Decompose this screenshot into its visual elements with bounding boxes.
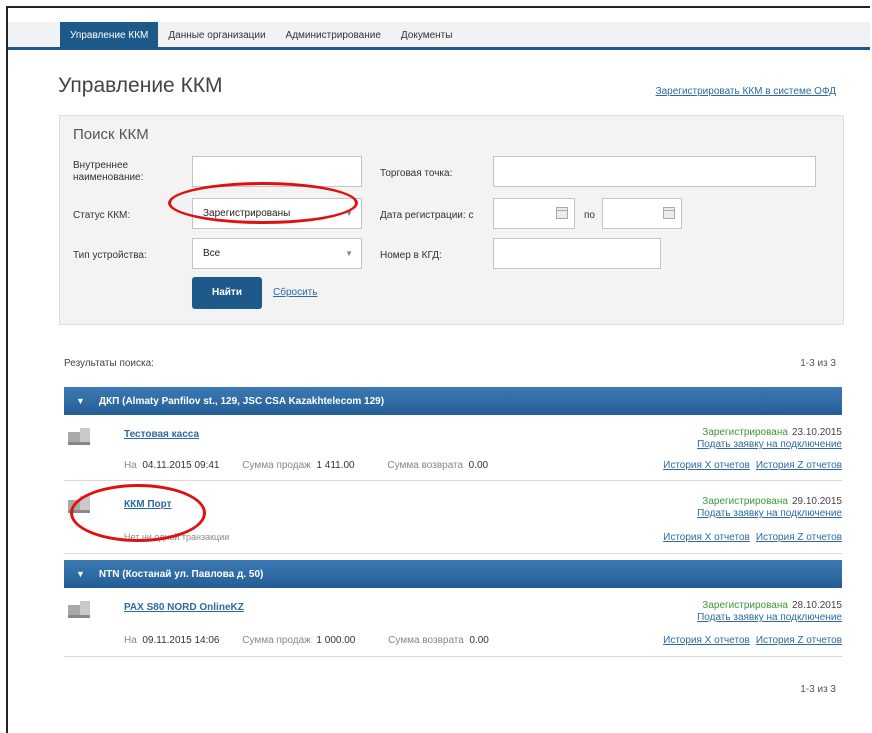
trade-point-label: Торговая точка:: [380, 168, 453, 179]
pager-top: 1-3 из 3: [800, 358, 836, 369]
no-transactions-text: Нет ни одной транзакции: [124, 532, 230, 542]
kgd-number-input[interactable]: [493, 238, 661, 269]
status-date: 29.10.2015: [791, 496, 842, 507]
status-date: 23.10.2015: [791, 427, 842, 438]
last-datetime: 09.11.2015 14:06: [142, 635, 220, 646]
list-item: PAX S80 NORD OnlineKZ Зарегистрирована 28…: [64, 589, 842, 657]
history-links: История Х отчетов История Z отчетов: [657, 635, 842, 646]
refund-label: Сумма возврата: [387, 460, 464, 471]
top-nav: Управление ККМ Данные организации Админи…: [8, 22, 870, 50]
on-label: На: [124, 635, 137, 646]
cash-register-icon: [68, 496, 90, 513]
history-x-link[interactable]: История Х отчетов: [663, 635, 750, 646]
sales-value: 1 411.00: [316, 460, 355, 471]
tab-documents[interactable]: Документы: [391, 22, 463, 50]
sales-label: Сумма продаж: [242, 460, 311, 471]
reset-link[interactable]: Сбросить: [273, 287, 317, 298]
history-z-link[interactable]: История Z отчетов: [756, 635, 842, 646]
internal-name-input[interactable]: [192, 156, 362, 187]
list-item: Тестовая касса Зарегистрирована 23.10.201…: [64, 416, 842, 481]
internal-name-label: Внутреннее наименование:: [73, 160, 144, 183]
reg-date-to-label: по: [584, 210, 595, 221]
cash-register-icon: [68, 601, 90, 618]
tab-kkm-management[interactable]: Управление ККМ: [60, 22, 159, 50]
app-window: Управление ККМ Данные организации Админи…: [6, 6, 870, 733]
calendar-icon[interactable]: [556, 207, 568, 219]
results-label: Результаты поиска:: [64, 358, 154, 369]
status-block: Зарегистрирована 28.10.2015 Подать заявку…: [697, 600, 842, 623]
item-meta: На 04.11.2015 09:41 Сумма продаж 1 411.0…: [124, 460, 488, 471]
status-badge: Зарегистрирована: [702, 427, 788, 438]
chevron-down-icon: ▼: [345, 209, 353, 218]
status-badge: Зарегистрирована: [702, 600, 788, 611]
group-title: ДКП (Almaty Panfilov st., 129, JSC CSA K…: [98, 396, 385, 407]
triangle-down-icon: ▼: [76, 396, 85, 406]
history-z-link[interactable]: История Z отчетов: [756, 460, 842, 471]
device-type-select-value: Все: [203, 248, 221, 259]
register-kkm-link[interactable]: Зарегистрировать ККМ в системе ОФД: [656, 86, 836, 97]
list-item: ККМ Порт Зарегистрирована 29.10.2015 Пода…: [64, 482, 842, 554]
device-type-select[interactable]: Все ▼: [192, 238, 362, 269]
sales-value: 1 000.00: [316, 635, 356, 646]
group-title: NTN (Костанай ул. Павлова д. 50): [98, 569, 264, 580]
status-select-value: Зарегистрированы: [203, 208, 291, 219]
chevron-down-icon: ▼: [345, 249, 353, 258]
tab-administration[interactable]: Администрирование: [276, 22, 391, 50]
reg-date-label: Дата регистрации: с: [380, 210, 474, 221]
history-x-link[interactable]: История Х отчетов: [663, 532, 750, 543]
find-button[interactable]: Найти: [192, 277, 262, 309]
status-block: Зарегистрирована 23.10.2015 Подать заявку…: [697, 427, 842, 450]
status-date: 28.10.2015: [791, 600, 842, 611]
apply-connection-link[interactable]: Подать заявку на подключение: [697, 508, 842, 519]
refund-value: 0.00: [468, 460, 489, 471]
apply-connection-link[interactable]: Подать заявку на подключение: [697, 439, 842, 450]
trade-point-input[interactable]: [493, 156, 816, 187]
device-type-label: Тип устройства:: [73, 250, 147, 261]
on-label: На: [124, 460, 137, 471]
calendar-icon[interactable]: [663, 207, 675, 219]
item-meta: На 09.11.2015 14:06 Сумма продаж 1 000.0…: [124, 635, 489, 646]
status-badge: Зарегистрирована: [702, 496, 788, 507]
search-title: Поиск ККМ: [73, 126, 149, 143]
group-header-dkp[interactable]: ▼ ДКП (Almaty Panfilov st., 129, JSC CSA …: [64, 387, 842, 415]
history-links: История Х отчетов История Z отчетов: [657, 532, 842, 543]
status-block: Зарегистрирована 29.10.2015 Подать заявку…: [697, 496, 842, 519]
cash-register-icon: [68, 428, 90, 445]
kkm-name-link[interactable]: Тестовая касса: [124, 429, 199, 440]
kkm-name-link[interactable]: PAX S80 NORD OnlineKZ: [124, 602, 244, 613]
history-z-link[interactable]: История Z отчетов: [756, 532, 842, 543]
group-header-ntn[interactable]: ▼ NTN (Костанай ул. Павлова д. 50): [64, 560, 842, 588]
apply-connection-link[interactable]: Подать заявку на подключение: [697, 612, 842, 623]
pager-bottom: 1-3 из 3: [800, 684, 836, 695]
last-datetime: 04.11.2015 09:41: [142, 460, 220, 471]
page-title: Управление ККМ: [58, 74, 223, 97]
refund-value: 0.00: [469, 635, 489, 646]
history-x-link[interactable]: История Х отчетов: [663, 460, 750, 471]
kkm-name-link[interactable]: ККМ Порт: [124, 499, 172, 510]
refund-label: Сумма возврата: [388, 635, 464, 646]
status-label: Статус ККМ:: [73, 210, 131, 221]
kgd-number-label: Номер в КГД:: [380, 250, 442, 261]
nav-tabs: Управление ККМ Данные организации Админи…: [60, 22, 462, 50]
history-links: История Х отчетов История Z отчетов: [657, 460, 842, 471]
sales-label: Сумма продаж: [242, 635, 311, 646]
triangle-down-icon: ▼: [76, 569, 85, 579]
search-panel: Поиск ККМ Внутреннее наименование: Торго…: [59, 115, 844, 325]
reg-date-to-input[interactable]: [602, 198, 682, 229]
tab-organization-data[interactable]: Данные организации: [158, 22, 275, 50]
reg-date-from-input[interactable]: [493, 198, 575, 229]
status-select[interactable]: Зарегистрированы ▼: [192, 198, 362, 229]
